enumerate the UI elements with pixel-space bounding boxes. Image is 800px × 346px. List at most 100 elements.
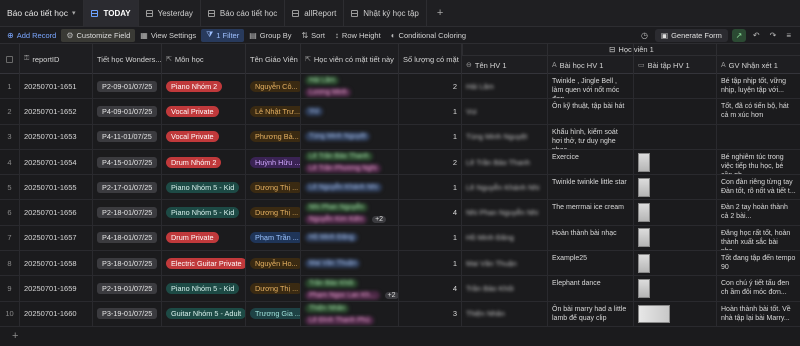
col-header-count[interactable]: Số lượng có mặt [399,44,462,74]
teacher-cell[interactable]: Huỳnh Hữu ... [246,149,301,175]
more-students-badge[interactable]: +2 [372,215,387,223]
row-number-cell[interactable]: 7 [0,225,20,251]
count-cell[interactable]: 2 [399,149,462,175]
students-cell[interactable]: Mai Văn Thuận [301,251,399,276]
subject-cell[interactable]: Vocal Private [162,124,246,149]
homework-attachment[interactable] [638,177,650,197]
hv1-lesson-cell[interactable]: Twinkle , Jingle Bell , làm quen với nốt… [548,74,634,99]
hv1-name-cell[interactable]: Hải Lâm [462,74,548,99]
teacher-cell[interactable]: Nguyễn Cô... [246,74,301,99]
teacher-cell[interactable]: Phương Bả... [246,124,301,149]
hv1-homework-cell[interactable] [634,149,717,175]
reportid-cell[interactable]: 20250701-1660 [20,301,93,326]
hv1-lesson-cell[interactable]: The merrmai ice cream [548,200,634,225]
hv1-name-cell[interactable]: Lê Trần Bảo Thanh [462,149,548,175]
hv1-comment-cell[interactable]: Tốt, đã có tiến bộ, hát cả m xúc hơn [717,99,800,123]
students-cell[interactable]: Hồ Minh Đăng [301,225,399,251]
students-cell[interactable]: Lê Trần Bảo Thanh Lê Trần Phương Nghi [301,149,399,175]
table-row[interactable]: 10 20250701-1660 P3-19-01/07/25 Guitar Nhóm… [0,301,800,327]
subject-cell[interactable]: Guitar Nhóm 5 - Adult [162,301,246,326]
row-number-cell[interactable]: 3 [0,124,20,149]
count-cell[interactable]: 1 [399,251,462,276]
col-header-teacher[interactable]: Tên Giáo Viên [246,44,301,74]
table-row[interactable]: 2 20250701-1652 P4-09-01/07/25 Vocal Privat… [0,99,800,125]
hv1-name-cell[interactable]: Vui [462,99,548,124]
add-view-button[interactable]: + [425,0,453,27]
count-cell[interactable]: 1 [399,175,462,200]
col-header-subject[interactable]: ⇱ Môn học [162,44,246,74]
hv1-lesson-cell[interactable]: Ôn bài marry had a little lamb để quay c… [548,301,634,326]
lesson-cell[interactable]: P4-11-01/07/25 [93,124,162,149]
hv1-comment-cell[interactable]: Đăng học rất tốt, hoàn thành xuất sắc bà… [717,226,800,250]
count-cell[interactable]: 1 [399,124,462,149]
generate-form-button[interactable]: ▣ Generate Form [654,28,728,42]
students-cell[interactable]: Nhi Phan Nguyễn Nguyễn Kim Kiên +2 [301,200,399,225]
hv1-name-cell[interactable]: Tùng Minh Nguyệt [462,124,548,149]
reportid-cell[interactable]: 20250701-1651 [20,74,93,99]
tab-today[interactable]: TODAY [83,0,138,27]
hv1-lesson-cell[interactable]: Hoàn thành bài nhạc [548,225,634,251]
more-students-badge[interactable]: +2 [384,291,398,299]
row-number-cell[interactable]: 2 [0,99,20,124]
col-header-students[interactable]: ⇱ Học viên có mặt tiết này [301,44,399,74]
reportid-cell[interactable]: 20250701-1652 [20,99,93,124]
hv1-lesson-cell[interactable]: Khẩu hình, kiểm soát hơi thở, tư duy ngh… [548,124,634,149]
subject-cell[interactable]: Electric Guitar Private [162,251,246,276]
hv1-homework-cell[interactable] [634,200,717,225]
count-cell[interactable]: 3 [399,301,462,326]
hv1-homework-cell[interactable] [634,225,717,251]
reportid-cell[interactable]: 20250701-1653 [20,124,93,149]
row-number-cell[interactable]: 5 [0,175,20,200]
reportid-cell[interactable]: 20250701-1654 [20,149,93,175]
table-row[interactable]: 7 20250701-1657 P4-18-01/07/25 Drum Private… [0,225,800,252]
group-header-hoc-vien-1[interactable]: ⊟ Học viên 1 [462,44,800,56]
lesson-cell[interactable]: P2-19-01/07/25 [93,276,162,301]
customize-field-button[interactable]: ⚙ Customize Field [61,28,136,42]
tab-yesterday[interactable]: Yesterday [137,0,200,27]
hv1-name-cell[interactable]: Lê Nguyễn Khánh Nhi [462,175,548,200]
hv1-homework-cell[interactable] [634,74,717,99]
subject-cell[interactable]: Piano Nhóm 5 - Kid [162,175,246,200]
more-icon[interactable]: ≡ [783,31,794,40]
students-cell[interactable]: Vui [301,99,399,124]
hv1-name-cell[interactable]: Hồ Minh Đăng [462,225,548,251]
hv1-lesson-cell[interactable]: Twinkle twinkle little star [548,175,634,200]
sort-button[interactable]: ⇅ Sort [296,29,329,42]
hv1-lesson-cell[interactable]: Elephant dance [548,276,634,301]
add-record-button[interactable]: ⊕ Add Record [2,29,61,42]
homework-attachment[interactable] [638,253,650,273]
hv1-comment-cell[interactable]: Con đàn riêng từng tay Đàn tốt, rõ nốt v… [717,175,800,199]
lesson-cell[interactable]: P3-18-01/07/25 [93,251,162,276]
row-number-cell[interactable]: 10 [0,301,20,326]
redo-icon[interactable]: ↷ [767,31,780,40]
add-row-button[interactable]: + [0,326,800,346]
lesson-cell[interactable]: P4-18-01/07/25 [93,225,162,251]
subject-cell[interactable]: Drum Nhóm 2 [162,149,246,175]
reportid-cell[interactable]: 20250701-1658 [20,251,93,276]
lesson-cell[interactable]: P2-18-01/07/25 [93,200,162,225]
table-row[interactable]: 1 20250701-1651 P2-09-01/07/25 Piano Nhóm 2… [0,74,800,100]
students-cell[interactable]: Hải Lâm Lương Minh [301,74,399,99]
teacher-cell[interactable]: Dương Thị ... [246,175,301,200]
hv1-homework-cell[interactable] [634,124,717,149]
lesson-cell[interactable]: P4-15-01/07/25 [93,149,162,175]
view-settings-button[interactable]: ▦ View Settings [135,29,201,42]
hv1-homework-cell[interactable] [634,276,717,301]
conditional-coloring-button[interactable]: ◐ Conditional Coloring [386,29,471,42]
count-cell[interactable]: 4 [399,276,462,301]
hv1-comment-cell[interactable]: Con chú ý tiết tấu đen ch ầm đôi móc đơn… [717,276,800,300]
count-cell[interactable]: 1 [399,99,462,124]
hv1-comment-cell[interactable]: Bé tập nhịp tốt, vững nhịp, luyện tập vớ… [717,74,800,98]
reportid-cell[interactable]: 20250701-1655 [20,175,93,200]
col-header-reportid[interactable]: ⚿ reportID [20,44,93,74]
hv1-comment-cell[interactable]: Bé nghiêm túc trong việc tiếp thu học, b… [717,150,800,174]
hv1-comment-cell[interactable] [717,125,800,149]
row-height-button[interactable]: ↕ Row Height [330,29,386,42]
table-row[interactable]: 5 20250701-1655 P2-17-01/07/25 Piano Nhóm 5… [0,175,800,201]
hv1-name-cell[interactable]: Thiện Nhân [462,301,548,326]
count-cell[interactable]: 2 [399,74,462,99]
hv1-comment-cell[interactable]: Tốt đang tập đến tempo 90 [717,251,800,275]
tab-allreport[interactable]: allReport [284,0,343,27]
table-row[interactable]: 9 20250701-1659 P2-19-01/07/25 Piano Nhóm 5… [0,276,800,302]
lesson-cell[interactable]: P2-17-01/07/25 [93,175,162,200]
